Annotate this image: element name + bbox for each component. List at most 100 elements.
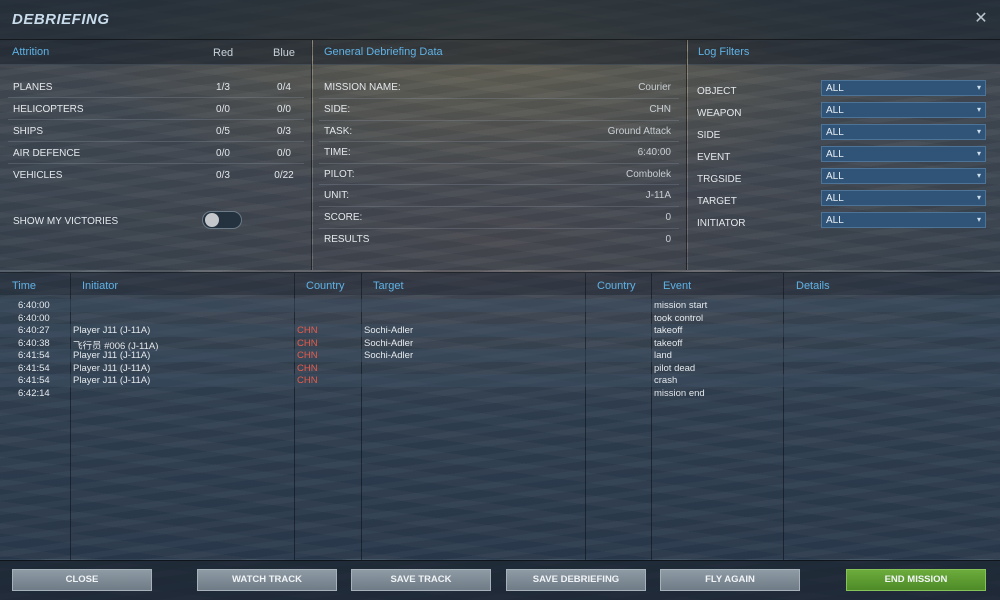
log-target: Sochi-Adler bbox=[364, 337, 414, 349]
filter-label: TRGSIDE bbox=[697, 174, 742, 185]
dropdown-arrow-icon: ▾ bbox=[976, 215, 981, 224]
general-label: SIDE: bbox=[324, 104, 351, 115]
general-value: CHN bbox=[649, 104, 671, 115]
attrition-red-value: 0/0 bbox=[216, 148, 230, 159]
log-initiator: Player J11 (J-11A) bbox=[73, 362, 151, 374]
general-value: 0 bbox=[665, 234, 671, 245]
show-victories-label: SHOW MY VICTORIES bbox=[13, 216, 119, 227]
filter-label: WEAPON bbox=[697, 108, 742, 119]
log-time: 6:40:38 bbox=[18, 337, 50, 349]
select-value: ALL bbox=[826, 171, 844, 182]
general-label: UNIT: bbox=[324, 190, 349, 201]
general-label: TASK: bbox=[324, 125, 353, 137]
attrition-label: PLANES bbox=[13, 82, 53, 93]
save-debriefing-button[interactable]: SAVE DEBRIEFING bbox=[506, 569, 646, 591]
log-time: 6:40:00 bbox=[18, 312, 50, 324]
window-title: DEBRIEFING bbox=[12, 11, 110, 28]
log-row[interactable]: 6:42:14 mission end bbox=[0, 387, 1000, 400]
general-row-results: RESULTS 0 bbox=[319, 229, 679, 251]
end-mission-button[interactable]: END MISSION bbox=[846, 569, 986, 591]
log-country: CHN bbox=[297, 350, 318, 361]
show-victories-toggle[interactable] bbox=[202, 211, 242, 229]
attrition-blue-value: 0/3 bbox=[277, 126, 291, 137]
col-header-initiator[interactable]: Initiator bbox=[82, 280, 118, 292]
filter-row-weapon: WEAPON ALL ▾ bbox=[697, 102, 987, 124]
trgside-filter-select[interactable]: ALL ▾ bbox=[821, 168, 986, 184]
event-log-table[interactable]: Time Initiator Country Target Country Ev… bbox=[0, 272, 1000, 560]
attrition-red-value: 0/5 bbox=[216, 126, 230, 137]
general-value: J-11A bbox=[645, 190, 671, 201]
toggle-knob bbox=[205, 213, 219, 227]
log-filters-header: Log Filters bbox=[688, 40, 1000, 65]
general-row-mission-name: MISSION NAME: Courier bbox=[319, 77, 679, 99]
watch-track-button[interactable]: WATCH TRACK bbox=[197, 569, 337, 591]
general-data-header: General Debriefing Data bbox=[313, 40, 686, 65]
side-filter-select[interactable]: ALL ▾ bbox=[821, 124, 986, 140]
dropdown-arrow-icon: ▾ bbox=[976, 171, 981, 180]
log-row[interactable]: 6:40:38 飞行员 #006 (J-11A) CHN Sochi-Adler… bbox=[0, 337, 1000, 352]
initiator-filter-select[interactable]: ALL ▾ bbox=[821, 212, 986, 228]
save-track-button[interactable]: SAVE TRACK bbox=[351, 569, 491, 591]
filter-label: OBJECT bbox=[697, 86, 737, 97]
attrition-label: AIR DEFENCE bbox=[13, 148, 81, 159]
log-initiator: Player J11 (J-11A) bbox=[73, 350, 151, 361]
close-icon[interactable]: ✕ bbox=[972, 10, 990, 28]
log-row[interactable]: 6:40:00 took control bbox=[0, 312, 1000, 325]
select-value: ALL bbox=[826, 83, 844, 94]
general-data-title: General Debriefing Data bbox=[324, 46, 443, 58]
log-row[interactable]: 6:40:27 Player J11 (J-11A) CHN Sochi-Adl… bbox=[0, 324, 1000, 337]
log-time: 6:40:00 bbox=[18, 300, 50, 311]
log-filters-panel: Log Filters OBJECT ALL ▾ WEAPON ALL ▾ SI… bbox=[688, 40, 1000, 270]
filter-row-initiator: INITIATOR ALL ▾ bbox=[697, 212, 987, 234]
close-button[interactable]: CLOSE bbox=[12, 569, 152, 591]
general-value: 6:40:00 bbox=[637, 147, 671, 158]
log-event: mission end bbox=[654, 387, 705, 399]
col-header-target[interactable]: Target bbox=[373, 280, 404, 292]
general-row-time: TIME: 6:40:00 bbox=[319, 142, 679, 164]
col-header-country[interactable]: Country bbox=[306, 280, 345, 292]
general-value: 0 bbox=[665, 212, 671, 223]
target-filter-select[interactable]: ALL ▾ bbox=[821, 190, 986, 206]
attrition-header: Attrition Red Blue bbox=[0, 40, 311, 65]
attrition-row-vehicles: VEHICLES 0/3 0/22 bbox=[8, 165, 304, 186]
select-value: ALL bbox=[826, 105, 844, 116]
general-label: RESULTS bbox=[324, 234, 370, 245]
dropdown-arrow-icon: ▾ bbox=[976, 149, 981, 158]
log-country: CHN bbox=[297, 337, 318, 349]
general-row-task: TASK: Ground Attack bbox=[319, 121, 679, 142]
filter-row-object: OBJECT ALL ▾ bbox=[697, 80, 987, 102]
event-filter-select[interactable]: ALL ▾ bbox=[821, 146, 986, 162]
log-row[interactable]: 6:41:54 Player J11 (J-11A) CHN pilot dea… bbox=[0, 362, 1000, 375]
log-event: mission start bbox=[654, 300, 708, 311]
col-header-event[interactable]: Event bbox=[663, 280, 691, 292]
dropdown-arrow-icon: ▾ bbox=[976, 83, 981, 92]
dropdown-arrow-icon: ▾ bbox=[976, 105, 981, 114]
log-country: CHN bbox=[297, 375, 318, 386]
col-header-details[interactable]: Details bbox=[796, 280, 830, 292]
log-row[interactable]: 6:41:54 Player J11 (J-11A) CHN Sochi-Adl… bbox=[0, 349, 1000, 362]
log-event: land bbox=[654, 350, 672, 361]
filter-label: TARGET bbox=[697, 196, 737, 207]
log-country: CHN bbox=[297, 362, 318, 374]
filter-row-side: SIDE ALL ▾ bbox=[697, 124, 987, 146]
log-event: took control bbox=[654, 312, 704, 324]
log-row[interactable]: 6:41:54 Player J11 (J-11A) CHN crash bbox=[0, 374, 1000, 387]
log-time: 6:41:54 bbox=[18, 375, 50, 386]
select-value: ALL bbox=[826, 127, 844, 138]
filter-label: INITIATOR bbox=[697, 218, 746, 229]
attrition-label: SHIPS bbox=[13, 126, 44, 137]
fly-again-button[interactable]: FLY AGAIN bbox=[660, 569, 800, 591]
weapon-filter-select[interactable]: ALL ▾ bbox=[821, 102, 986, 118]
log-target: Sochi-Adler bbox=[364, 325, 414, 336]
log-event: takeoff bbox=[654, 325, 683, 336]
filter-row-trgside: TRGSIDE ALL ▾ bbox=[697, 168, 987, 190]
col-header-target-country[interactable]: Country bbox=[597, 280, 636, 292]
attrition-panel: Attrition Red Blue PLANES 1/3 0/4 HELICO… bbox=[0, 40, 312, 270]
object-filter-select[interactable]: ALL ▾ bbox=[821, 80, 986, 96]
log-time: 6:40:27 bbox=[18, 325, 50, 336]
filter-row-event: EVENT ALL ▾ bbox=[697, 146, 987, 168]
col-header-time[interactable]: Time bbox=[12, 280, 36, 292]
filter-label: EVENT bbox=[697, 152, 731, 163]
general-label: SCORE: bbox=[324, 212, 363, 223]
log-row[interactable]: 6:40:00 mission start bbox=[0, 299, 1000, 312]
